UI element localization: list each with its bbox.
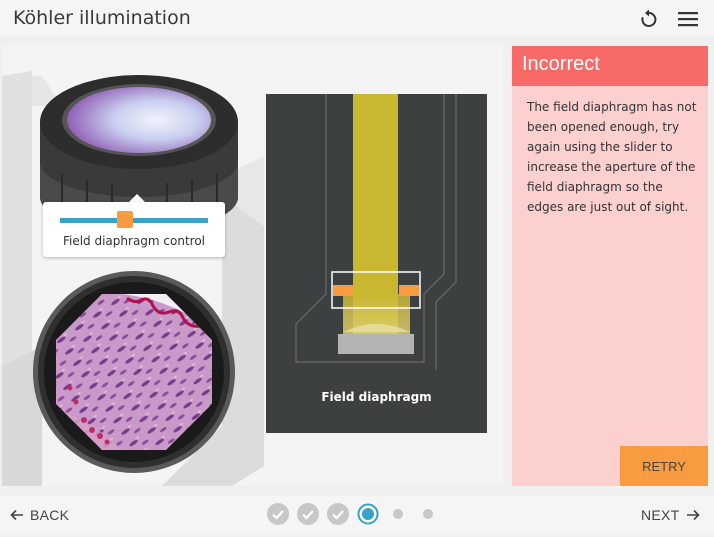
navigation-footer: BACK NEXT	[0, 495, 714, 535]
feedback-message: The field diaphragm has not been opened …	[527, 100, 697, 214]
slider-label: Field diaphragm control	[62, 234, 206, 248]
arrow-left-icon	[10, 509, 23, 521]
retry-button[interactable]: RETRY	[620, 446, 708, 486]
progress-steps	[267, 503, 437, 527]
step-complete[interactable]	[297, 503, 319, 525]
feedback-title: Incorrect	[522, 53, 600, 75]
step-complete[interactable]	[267, 503, 289, 525]
feedback-header: Incorrect	[512, 46, 708, 86]
page-title: Köhler illumination	[13, 7, 191, 29]
checkmark-icon	[332, 510, 344, 520]
app-header: Köhler illumination	[0, 0, 714, 36]
checkmark-icon	[302, 510, 314, 520]
arrow-right-icon	[686, 509, 700, 521]
diaphragm-blade-right	[399, 285, 419, 296]
checkmark-icon	[272, 510, 284, 520]
field-diaphragm-schematic: Field diaphragm	[266, 94, 487, 433]
step-complete[interactable]	[327, 503, 349, 525]
back-button[interactable]: BACK	[10, 507, 69, 523]
schematic-label: Field diaphragm	[321, 390, 432, 404]
next-label: NEXT	[641, 507, 680, 523]
step-current[interactable]	[357, 503, 379, 525]
step-pending[interactable]	[417, 503, 439, 525]
field-diaphragm-slider[interactable]: Field diaphragm control	[43, 202, 225, 257]
eyepiece-view	[33, 271, 235, 473]
slider-track[interactable]	[60, 218, 208, 223]
diaphragm-blade-left	[333, 285, 353, 296]
slider-handle[interactable]	[117, 211, 134, 228]
feedback-panel: Incorrect The field diaphragm has not be…	[512, 46, 708, 486]
light-path-diagram	[295, 94, 457, 370]
back-label: BACK	[30, 507, 70, 523]
step-pending[interactable]	[387, 503, 409, 525]
microscope-stage: Field diaphragm control Field diaphragm	[2, 46, 503, 486]
next-button[interactable]: NEXT	[641, 507, 700, 523]
reset-icon[interactable]	[638, 8, 660, 30]
hamburger-menu-icon[interactable]	[677, 8, 699, 30]
